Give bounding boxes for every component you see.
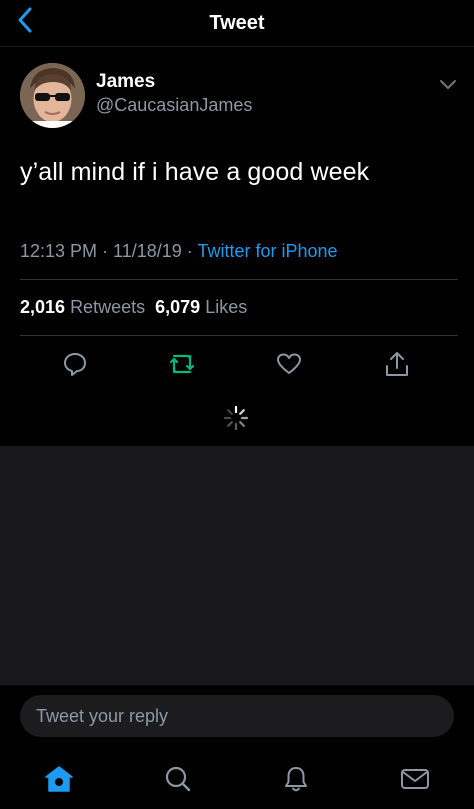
tweet-actions: [0, 349, 474, 381]
top-nav-bar: Tweet: [0, 0, 474, 47]
reply-button[interactable]: [60, 349, 90, 379]
retweet-icon: [169, 354, 195, 374]
tweet-metadata: 12:13 PM · 11/18/19 · Twitter for iPhone: [20, 241, 338, 262]
retweets-count: 2,016: [20, 297, 66, 317]
retweets-label: Retweets: [70, 297, 146, 317]
tab-search[interactable]: [161, 762, 195, 796]
loading-spinner-icon: [223, 405, 249, 431]
user-handle[interactable]: @CaucasianJames: [96, 95, 252, 116]
display-name[interactable]: James: [96, 71, 155, 93]
chevron-down-icon: [440, 80, 456, 89]
divider: [20, 335, 458, 336]
tweet-text: y’all mind if i have a good week: [20, 158, 370, 186]
likes-stat[interactable]: 6,079 Likes: [155, 297, 247, 317]
heart-icon: [277, 353, 301, 374]
tweet-time: 12:13 PM: [20, 241, 98, 261]
meta-separator: ·: [97, 241, 114, 261]
retweet-button[interactable]: [167, 349, 197, 379]
tweet-source-link[interactable]: Twitter for iPhone: [197, 241, 337, 261]
back-button[interactable]: [12, 7, 38, 33]
meta-separator: ·: [181, 241, 198, 261]
share-icon: [386, 352, 408, 376]
chevron-left-icon: [18, 7, 32, 33]
tweet-stats: 2,016 Retweets 6,079 Likes: [20, 297, 247, 318]
reply-bar: [0, 684, 474, 745]
tab-messages[interactable]: [398, 762, 432, 796]
comment-icon: [64, 353, 86, 376]
divider: [20, 279, 458, 280]
retweets-stat[interactable]: 2,016 Retweets: [20, 297, 145, 317]
avatar-image: [20, 63, 85, 128]
page-title: Tweet: [209, 11, 265, 34]
likes-count: 6,079: [155, 297, 201, 317]
likes-label: Likes: [205, 297, 248, 317]
share-button[interactable]: [382, 349, 412, 379]
tweet-date: 11/18/19: [113, 241, 182, 261]
bottom-tab-bar: [0, 744, 474, 809]
tab-notifications[interactable]: [279, 762, 313, 796]
tweet-detail: James @CaucasianJames y’all mind if i ha…: [0, 47, 474, 446]
avatar[interactable]: [20, 63, 85, 128]
like-button[interactable]: [274, 349, 304, 379]
home-icon: [45, 766, 73, 792]
replies-area: [0, 446, 474, 684]
more-options-button[interactable]: [438, 77, 458, 91]
reply-input[interactable]: [20, 695, 454, 737]
bell-icon: [285, 767, 307, 792]
tab-home[interactable]: [42, 762, 76, 796]
search-icon: [165, 766, 191, 792]
mail-icon: [401, 769, 429, 789]
